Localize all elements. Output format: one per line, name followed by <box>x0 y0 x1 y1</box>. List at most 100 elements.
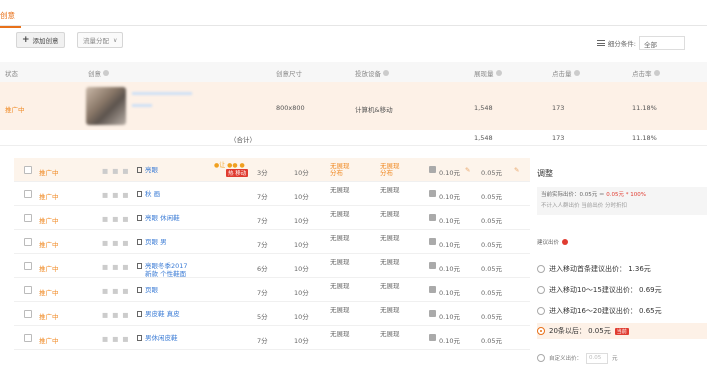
keyword-name[interactable]: 男休闲皮鞋 <box>145 334 178 342</box>
table-row[interactable]: 推广中 ■ ■ ■ 亮眼冬季2017 新款 个性鞋面 6分 10分 无展现 无展现 0.10元 0… <box>14 254 530 278</box>
pc-bid[interactable]: 0.10元 <box>439 311 460 321</box>
metric-filter-select[interactable]: 全部 <box>639 36 685 50</box>
pc-bid[interactable]: 0.10元 <box>439 263 460 273</box>
keyword-name[interactable]: 秋 画 <box>145 190 160 198</box>
row-checkbox[interactable] <box>24 262 32 270</box>
pc-icon <box>429 310 436 317</box>
help-icon[interactable] <box>653 70 660 76</box>
bid-option-10-15[interactable]: 进入移动10～15建议出价： 0.69元 <box>537 282 707 298</box>
quality-score: 7分 <box>257 241 268 249</box>
status-text: 推广中 <box>39 193 59 201</box>
custom-bid-input[interactable]: 0.05 <box>586 352 609 364</box>
mobile-bid[interactable]: 0.05元 <box>481 191 502 201</box>
row-checkbox[interactable] <box>24 190 32 198</box>
help-icon[interactable] <box>383 70 389 76</box>
tab-creative[interactable]: 创意 <box>0 10 21 28</box>
table-row[interactable]: 推广中 ■ ■ ■ 页眼 男 7分 10分 无展现 无展现 0.10元 0.05元 <box>14 230 530 254</box>
mobile-rank: 无展现 分布 <box>380 162 400 177</box>
edit-icon[interactable]: ✎ <box>465 166 470 174</box>
edit-icon[interactable]: ✎ <box>514 166 519 174</box>
table-row[interactable]: 推广中 ■ ■ ■ 亮眼 ●让 ●● ● 热 移动 3分 10分 无展现 分布 无展现 分布 0.10… <box>14 158 530 182</box>
placeholder-dots: ■ ■ ■ <box>102 167 130 175</box>
row-checkbox[interactable] <box>24 334 32 342</box>
keyword-name[interactable]: 亮眼 <box>145 166 158 174</box>
quality-score: 3分 <box>257 169 268 177</box>
row-checkbox[interactable] <box>24 238 32 246</box>
mobile-score: 10分 <box>294 313 309 321</box>
keyword-name[interactable]: 亮眼冬季2017 新款 个性鞋面 <box>145 262 188 278</box>
table-row[interactable]: 推广中 ■ ■ ■ 男休闲皮鞋 7分 10分 无展现 无展现 0.10元 0.05元 <box>14 326 530 350</box>
total-ctr: 11.18% <box>632 134 657 142</box>
mobile-bid[interactable]: 0.05元 <box>481 335 502 345</box>
row-checkbox[interactable] <box>24 286 32 294</box>
status-text: 推广中 <box>39 289 59 297</box>
mobile-rank: 无展现 <box>380 282 400 290</box>
creative-thumbnail[interactable] <box>86 87 126 125</box>
mobile-bid[interactable]: 0.05元 <box>481 311 502 321</box>
radio-icon <box>537 354 545 362</box>
plus-icon: + <box>22 35 30 45</box>
pc-bid[interactable]: 0.10元 <box>439 239 460 249</box>
help-icon[interactable] <box>495 70 502 76</box>
keyword-name[interactable]: 亮眼 休闲鞋 <box>145 214 180 222</box>
tag-badge: 热 移动 <box>226 169 249 177</box>
mobile-bid[interactable]: 0.05元 <box>481 167 502 177</box>
table-row[interactable]: 推广中 ■ ■ ■ 页眼 7分 10分 无展现 无展现 0.10元 0.05元 <box>14 278 530 302</box>
ctr-cell: 11.18% <box>632 104 657 112</box>
pc-bid[interactable]: 0.10元 <box>439 167 460 177</box>
image-icon <box>137 167 142 173</box>
bid-option-top[interactable]: 进入移动首条建议出价： 1.36元 <box>537 261 707 277</box>
calc-note: 不计入人群出价 当前出价 分时折扣 <box>541 203 627 209</box>
mobile-bid[interactable]: 0.05元 <box>481 287 502 297</box>
row-checkbox[interactable] <box>24 310 32 318</box>
table-row[interactable]: 推广中 ■ ■ ■ 男皮鞋 真皮 5分 10分 无展现 无展现 0.10元 0.05元 <box>14 302 530 326</box>
panel-title: 调整 <box>537 169 553 178</box>
row-checkbox[interactable] <box>24 214 32 222</box>
keyword-name[interactable]: 页眼 男 <box>145 238 167 246</box>
bid-option-custom[interactable]: 自定义出价： 0.05 元 <box>537 350 707 366</box>
status-text: 推广中 <box>39 337 59 345</box>
status-text: 推广中 <box>39 169 59 177</box>
pc-bid[interactable]: 0.10元 <box>439 335 460 345</box>
row-checkbox[interactable] <box>24 166 32 174</box>
placeholder-dots: ■ ■ ■ <box>102 335 130 343</box>
pc-bid[interactable]: 0.10元 <box>439 191 460 201</box>
radio-selected-icon <box>537 327 545 335</box>
bid-option-selected[interactable]: 20条以后： 0.05元 当前 <box>537 323 707 339</box>
pc-icon <box>429 286 436 293</box>
image-icon <box>137 311 142 317</box>
metric-filter: 细分条件: 全部 <box>596 36 685 50</box>
pc-rank: 无展现 <box>330 282 350 290</box>
help-icon[interactable] <box>103 70 109 76</box>
mobile-bid[interactable]: 0.05元 <box>481 239 502 249</box>
mobile-score: 10分 <box>294 289 309 297</box>
pc-bid[interactable]: 0.10元 <box>439 287 460 297</box>
mobile-score: 10分 <box>294 337 309 345</box>
table-row[interactable]: 推广中 ■ ■ ■ 亮眼 休闲鞋 7分 10分 无展现 无展现 0.10元 0.05元 <box>14 206 530 230</box>
quality-score: 7分 <box>257 217 268 225</box>
keyword-name[interactable]: 男皮鞋 真皮 <box>145 310 180 318</box>
bid-option-16-20[interactable]: 进入移动16～20建议出价： 0.65元 <box>537 303 707 319</box>
table-row[interactable]: 推广中 ■ ■ ■ 秋 画 7分 10分 无展现 无展现 0.10元 0.05元 <box>14 182 530 206</box>
info-icon[interactable] <box>562 239 569 245</box>
creative-row[interactable]: 推广中 800x800 计算机&移动 1,548 173 11.18% <box>0 82 707 130</box>
pc-rank: 无展现 <box>330 234 350 242</box>
radio-icon <box>537 265 545 273</box>
mobile-bid[interactable]: 0.05元 <box>481 263 502 273</box>
pc-rank: 无展现 <box>330 306 350 314</box>
pc-icon <box>429 334 436 341</box>
mobile-rank: 无展现 <box>380 258 400 266</box>
mobile-bid[interactable]: 0.05元 <box>481 215 502 225</box>
image-icon <box>137 215 142 221</box>
impressions-cell: 1,548 <box>474 104 493 112</box>
pc-icon <box>429 214 436 221</box>
pc-bid[interactable]: 0.10元 <box>439 215 460 225</box>
traffic-allocation-dropdown[interactable]: 流量分配 ∨ <box>77 32 124 48</box>
radio-icon <box>537 307 545 315</box>
quality-score: 6分 <box>257 265 268 273</box>
placeholder-dots: ■ ■ ■ <box>102 215 130 223</box>
status-text: 推广中 <box>5 106 25 114</box>
help-icon[interactable] <box>573 70 580 76</box>
add-creative-button[interactable]: + 添加创意 <box>16 32 65 48</box>
keyword-name[interactable]: 页眼 <box>145 286 158 294</box>
